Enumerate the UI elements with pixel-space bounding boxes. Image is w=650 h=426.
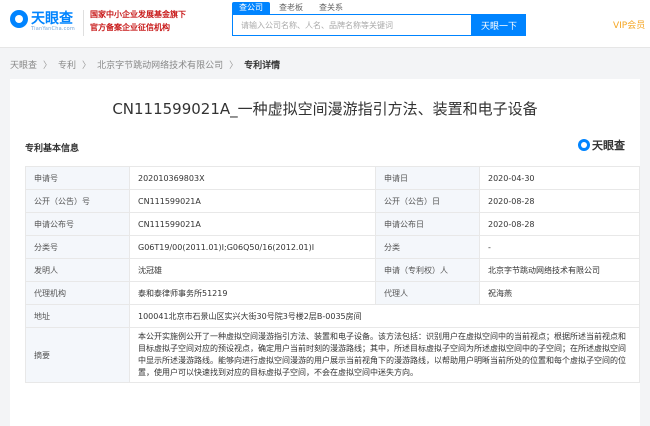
table-row: 发明人 沈冠雄 申请（专利权）人 北京字节跳动网络技术有限公司 <box>25 258 640 282</box>
field-label: 地址 <box>25 304 130 328</box>
field-value: 2020-08-28 <box>479 189 640 213</box>
gov-badge: 国家中小企业发展基金旗下 官方备案企业征信机构 <box>90 8 220 38</box>
field-value: G06T19/00(2011.01)I;G06Q50/16(2012.01)I <box>129 235 376 259</box>
field-value: 2020-04-30 <box>479 166 640 190</box>
table-row: 公开（公告）号 CN111599021A 公开（公告）日 2020-08-28 <box>25 189 640 213</box>
address-value: 100041北京市石景山区实兴大街30号院3号楼2层B-0035房间 <box>129 304 640 328</box>
field-label: 申请（专利权）人 <box>375 258 480 282</box>
tianyancha-logo[interactable]: 天眼查 TianYanCha.com <box>10 8 78 38</box>
patent-detail-card: CN111599021A_一种虚拟空间漫游指引方法、装置和电子设备 专利基本信息… <box>10 79 640 426</box>
watermark-logo: 天眼查 <box>578 137 633 153</box>
breadcrumb-patent[interactable]: 专利 <box>58 58 76 71</box>
tab-relation[interactable]: 查关系 <box>312 2 350 14</box>
table-row: 地址 100041北京市石景山区实兴大街30号院3号楼2层B-0035房间 <box>25 304 640 328</box>
field-label: 申请公布日 <box>375 212 480 236</box>
field-value: CN111599021A <box>129 212 376 236</box>
gov-badge-line1: 国家中小企业发展基金旗下 <box>90 10 186 19</box>
section-title: 专利基本信息 <box>25 144 80 154</box>
header-divider <box>83 10 84 36</box>
watermark-text: 天眼查 <box>592 139 625 152</box>
breadcrumb-home[interactable]: 天眼查 <box>10 58 37 71</box>
logo-eye-icon <box>10 10 28 28</box>
table-row: 分类号 G06T19/00(2011.01)I;G06Q50/16(2012.0… <box>25 235 640 259</box>
field-label: 公开（公告）日 <box>375 189 480 213</box>
breadcrumb-separator: 〉 <box>82 61 92 71</box>
field-label: 代理机构 <box>25 281 130 305</box>
field-value: 祝海燕 <box>479 281 640 305</box>
table-row: 申请号 202010369803X 申请日 2020-04-30 <box>25 166 640 190</box>
patent-title: CN111599021A_一种虚拟空间漫游指引方法、装置和电子设备 <box>112 100 538 118</box>
field-label: 分类号 <box>25 235 130 259</box>
field-label: 摘要 <box>25 327 130 383</box>
field-value: CN111599021A <box>129 189 376 213</box>
field-label: 发明人 <box>25 258 130 282</box>
breadcrumb-separator: 〉 <box>229 61 239 71</box>
search-button[interactable]: 天眼一下 <box>472 14 526 36</box>
logo-subtext: TianYanCha.com <box>31 26 75 32</box>
abstract-value: 本公开实施例公开了一种虚拟空间漫游指引方法、装置和电子设备。该方法包括：识别用户… <box>129 327 640 383</box>
field-label: 代理人 <box>375 281 480 305</box>
breadcrumb-company[interactable]: 北京字节跳动网络技术有限公司 <box>97 58 223 71</box>
table-row: 代理机构 泰和泰律师事务所51219 代理人 祝海燕 <box>25 281 640 305</box>
search-box <box>232 14 472 36</box>
search-tabs: 查公司 查老板 查关系 <box>232 2 350 14</box>
field-label: 申请号 <box>25 166 130 190</box>
vip-link[interactable]: VIP会员 <box>613 18 645 31</box>
field-label: 公开（公告）号 <box>25 189 130 213</box>
logo-text: 天眼查 <box>31 11 73 27</box>
table-row: 摘要 本公开实施例公开了一种虚拟空间漫游指引方法、装置和电子设备。该方法包括：识… <box>25 327 640 383</box>
field-value: - <box>479 235 640 259</box>
search-input[interactable] <box>233 15 471 35</box>
patent-info-table: 申请号 202010369803X 申请日 2020-04-30 公开（公告）号… <box>25 166 640 383</box>
breadcrumb-separator: 〉 <box>43 61 53 71</box>
field-value: 2020-08-28 <box>479 212 640 236</box>
tab-company[interactable]: 查公司 <box>232 2 270 14</box>
table-row: 申请公布号 CN111599021A 申请公布日 2020-08-28 <box>25 212 640 236</box>
field-value: 沈冠雄 <box>129 258 376 282</box>
breadcrumb: 天眼查 〉 专利 〉 北京字节跳动网络技术有限公司 〉 专利详情 <box>10 58 280 71</box>
top-header: 天眼查 TianYanCha.com 国家中小企业发展基金旗下 官方备案企业征信… <box>0 0 650 48</box>
applicant-company-link[interactable]: 北京字节跳动网络技术有限公司 <box>479 258 640 282</box>
field-label: 申请日 <box>375 166 480 190</box>
field-label: 分类 <box>375 235 480 259</box>
field-value: 泰和泰律师事务所51219 <box>129 281 376 305</box>
tab-boss[interactable]: 查老板 <box>272 2 310 14</box>
breadcrumb-current: 专利详情 <box>244 61 281 71</box>
watermark-eye-icon <box>578 139 590 151</box>
field-value: 202010369803X <box>129 166 376 190</box>
gov-badge-line2: 官方备案企业征信机构 <box>90 23 170 32</box>
field-label: 申请公布号 <box>25 212 130 236</box>
